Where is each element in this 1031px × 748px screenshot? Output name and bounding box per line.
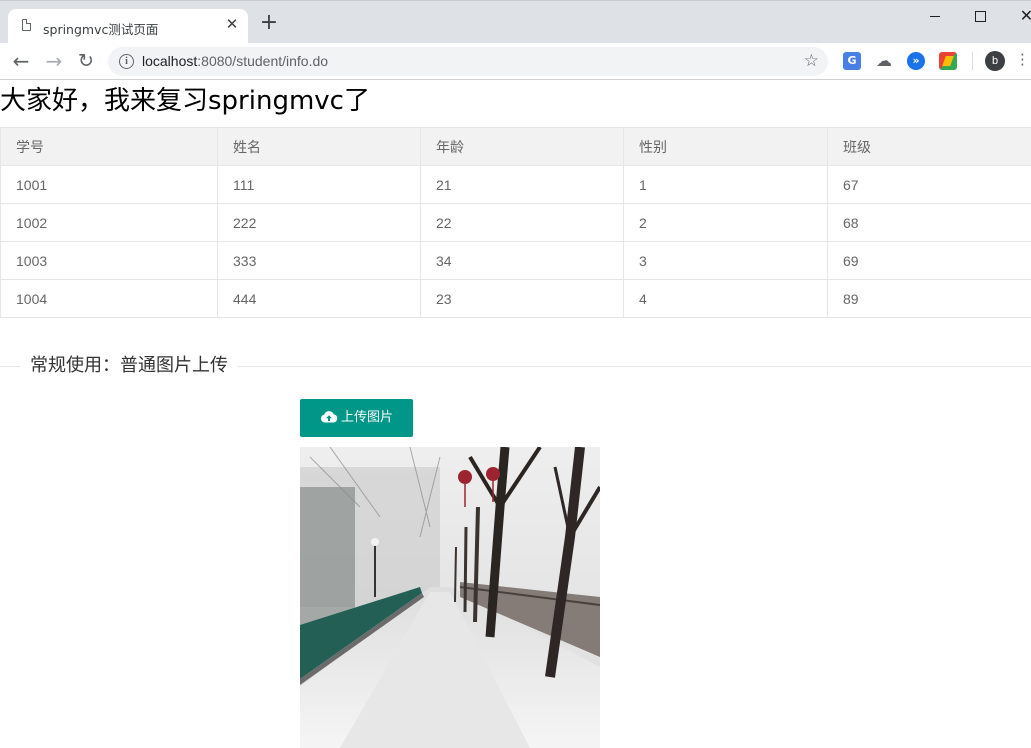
browser-toolbar: ← → ↻ i localhost:8080/student/info.do ☆… (0, 43, 1031, 80)
cloud-upload-icon (320, 410, 338, 422)
table-cell: 89 (827, 279, 1031, 318)
avatar[interactable]: b (985, 51, 1005, 71)
reload-icon[interactable]: ↻ (74, 50, 98, 72)
cloud-icon[interactable]: ☁ (875, 52, 893, 70)
student-table: 学号 姓名 年龄 性别 班级 1001 111 21 1 67 1002 222… (0, 127, 1031, 318)
page-title: 大家好，我来复习springmvc了 (0, 86, 370, 116)
table-cell: 1002 (0, 203, 218, 242)
column-header: 学号 (0, 127, 218, 166)
table-cell: 444 (217, 279, 421, 318)
table-cell: 1 (623, 165, 828, 204)
info-icon[interactable]: i (119, 54, 134, 69)
table-cell: 1001 (0, 165, 218, 204)
toolbar-separator (972, 52, 973, 70)
color-extension-icon[interactable] (939, 52, 957, 70)
table-cell: 222 (217, 203, 421, 242)
snow-path-photo (300, 447, 600, 748)
address-bar[interactable]: i localhost:8080/student/info.do ☆ (108, 47, 828, 76)
star-icon[interactable]: ☆ (804, 51, 819, 71)
translate-icon[interactable]: G (843, 52, 861, 70)
table-cell: 111 (217, 165, 421, 204)
table-cell: 4 (623, 279, 828, 318)
browser-tab[interactable]: springmvc测试页面 ✕ (8, 9, 248, 44)
column-header: 班级 (827, 127, 1031, 166)
table-cell: 67 (827, 165, 1031, 204)
tab-strip: springmvc测试页面 ✕ + ✕ (0, 0, 1031, 44)
table-cell: 22 (420, 203, 624, 242)
file-icon (22, 18, 32, 31)
table-cell: 2 (623, 203, 828, 242)
table-cell: 1003 (0, 241, 218, 280)
tab-title: springmvc测试页面 (43, 22, 159, 37)
window-close-button[interactable]: ✕ (1004, 5, 1031, 27)
table-cell: 1004 (0, 279, 218, 318)
maximize-button[interactable] (958, 5, 1003, 27)
table-cell: 333 (217, 241, 421, 280)
table-row: 1004 444 23 4 89 (0, 279, 1031, 318)
page-content: 大家好，我来复习springmvc了 学号 姓名 年龄 性别 班级 1001 1… (0, 80, 1031, 748)
back-icon[interactable]: ← (9, 50, 33, 72)
table-cell: 23 (420, 279, 624, 318)
table-cell: 3 (623, 241, 828, 280)
upload-button-label: 上传图片 (340, 410, 393, 425)
table-header-row: 学号 姓名 年龄 性别 班级 (0, 127, 1031, 166)
upload-image-button[interactable]: 上传图片 (300, 399, 413, 437)
column-header: 姓名 (217, 127, 421, 166)
table-cell: 68 (827, 203, 1031, 242)
table-row: 1001 111 21 1 67 (0, 165, 1031, 204)
menu-icon[interactable]: · · · (1020, 48, 1025, 73)
minimize-button[interactable] (912, 5, 957, 27)
plus-icon[interactable]: + (259, 12, 279, 34)
table-row: 1003 333 34 3 69 (0, 241, 1031, 280)
uploaded-image (300, 447, 600, 748)
url-text[interactable]: localhost:8080/student/info.do (142, 53, 328, 69)
table-cell: 21 (420, 165, 624, 204)
table-cell: 69 (827, 241, 1031, 280)
arrows-icon[interactable]: » (907, 52, 925, 70)
close-icon[interactable]: ✕ (224, 16, 240, 32)
forward-icon[interactable]: → (42, 50, 66, 72)
table-row: 1002 222 22 2 68 (0, 203, 1031, 242)
column-header: 年龄 (420, 127, 624, 166)
fieldset-legend: 常规使用：普通图片上传 (20, 353, 238, 379)
column-header: 性别 (623, 127, 828, 166)
table-cell: 34 (420, 241, 624, 280)
